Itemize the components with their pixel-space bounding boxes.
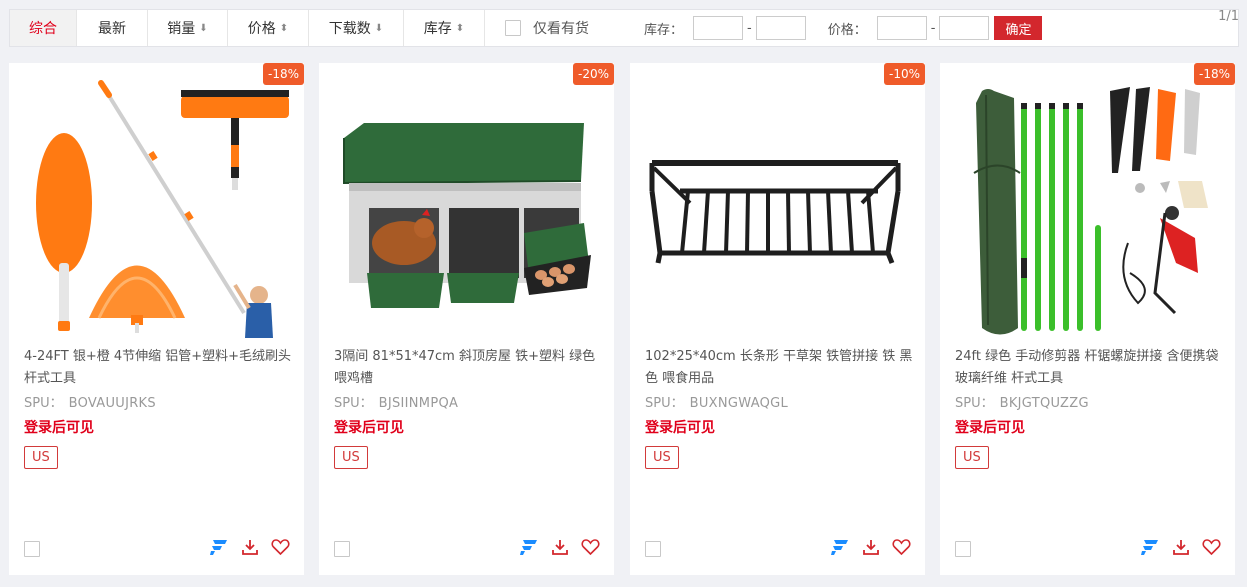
discount-badge: -18% [1193,63,1235,85]
chicken-nesting-box-image [343,123,591,308]
login-to-view-price[interactable]: 登录后可见 [24,417,94,437]
confirm-button[interactable]: 确定 [994,16,1043,40]
login-to-view-price[interactable]: 登录后可见 [645,417,715,437]
stock-only-label: 仅看有货 [533,21,589,37]
download-icon[interactable] [862,538,880,556]
hay-rack-image [649,160,901,264]
sort-tab-downloads[interactable]: 下载数 ⬇ [309,10,404,46]
login-to-view-price[interactable]: 登录后可见 [955,417,1025,437]
product-card[interactable]: -10% 102*25*40cm 长条形 干草架 铁管拼接 铁 黑色 喂食用品 … [630,63,925,575]
favorite-heart-icon[interactable] [271,538,290,556]
spu-label: SPU： [645,396,684,411]
stock-min-input[interactable] [693,16,744,40]
stock-max-input[interactable] [755,16,806,40]
spu-code: BKJGTQUZZG [999,396,1089,411]
spu-label: SPU： [334,396,373,411]
product-title[interactable]: 102*25*40cm 长条形 干草架 铁管拼接 铁 黑色 喂食用品 [645,346,917,390]
product-image[interactable]: -10% [630,63,925,343]
brand-logo-icon[interactable] [209,538,229,556]
range-dash: - [747,20,752,36]
spu-label: SPU： [24,396,63,411]
product-spu: SPU： BUXNGWAQGL [645,392,788,411]
sort-tab-label: 综合 [29,21,57,37]
download-icon[interactable] [551,538,569,556]
brand-logo-icon[interactable] [830,538,850,556]
sort-tab-stock[interactable]: 库存 ⬍ [404,10,485,46]
sort-tab-label: 下载数 [328,21,371,37]
sort-tab-label: 价格 [247,21,276,37]
stock-range: 库存： - [644,16,806,40]
product-image[interactable]: -20% [319,63,614,343]
card-actions [830,538,911,556]
sort-updown-icon: ⬍ [279,22,289,34]
filter-bar: 综合 最新 销量 ⬇ 价格 ⬍ 下载数 ⬇ 库存 ⬍ 仅看有货 库存： - 价格… [9,9,1239,47]
product-spu: SPU： BKJGTQUZZG [955,392,1089,411]
pagination-indicator: 1/1 [1218,9,1239,24]
sort-tab-label: 库存 [423,21,452,37]
region-tag: US [645,446,679,469]
spu-code: BOVAUUJRKS [68,396,156,411]
stock-range-label: 库存： [644,22,684,38]
sort-down-icon: ⬇ [199,22,208,34]
stock-only-checkbox[interactable] [505,20,521,36]
product-card[interactable]: -20% 3隔间 81*51*47cm 斜顶房屋 铁+塑料 绿色 喂鸡槽 SPU… [319,63,614,575]
download-icon[interactable] [1172,538,1190,556]
product-card[interactable]: -18% 4-24FT 银+橙 4节伸缩 铝管+塑料+毛绒刷头 杆式工具 SPU… [9,63,304,575]
product-select-checkbox[interactable] [334,541,350,557]
product-spu: SPU： BOVAUUJRKS [24,392,156,411]
sort-tab-newest[interactable]: 最新 [77,10,148,46]
brand-logo-icon[interactable] [1140,538,1160,556]
price-max-input[interactable] [939,16,990,40]
card-actions [1140,538,1221,556]
favorite-heart-icon[interactable] [1202,538,1221,556]
telescopic-duster-image [36,80,289,338]
region-tag: US [24,446,58,469]
product-spu: SPU： BJSIINMPQA [334,392,458,411]
favorite-heart-icon[interactable] [581,538,600,556]
pole-saw-kit-image [973,87,1208,335]
card-actions [519,538,600,556]
spu-code: BJSIINMPQA [378,396,459,411]
price-range-label: 价格： [827,22,867,38]
product-select-checkbox[interactable] [955,541,971,557]
price-min-input[interactable] [876,16,927,40]
card-actions [209,538,290,556]
sort-tab-price[interactable]: 价格 ⬍ [228,10,309,46]
product-title[interactable]: 3隔间 81*51*47cm 斜顶房屋 铁+塑料 绿色 喂鸡槽 [334,346,606,390]
product-select-checkbox[interactable] [645,541,661,557]
product-title[interactable]: 4-24FT 银+橙 4节伸缩 铝管+塑料+毛绒刷头 杆式工具 [24,346,296,390]
product-image[interactable]: -18% [9,63,304,343]
discount-badge: -20% [572,63,614,85]
price-range: 价格： - [828,16,990,40]
favorite-heart-icon[interactable] [892,538,911,556]
product-select-checkbox[interactable] [24,541,40,557]
sort-updown-icon: ⬍ [455,22,465,34]
region-tag: US [334,446,368,469]
product-image[interactable]: -18% [940,63,1235,343]
range-dash: - [930,20,936,36]
download-icon[interactable] [241,538,259,556]
spu-label: SPU： [955,396,994,411]
sort-tab-sales[interactable]: 销量 ⬇ [148,10,228,46]
sort-down-icon: ⬇ [374,22,384,34]
region-tag: US [955,446,989,469]
discount-badge: -18% [262,63,304,85]
product-title[interactable]: 24ft 绿色 手动修剪器 杆锯螺旋拼接 含便携袋 玻璃纤维 杆式工具 [955,346,1227,390]
login-to-view-price[interactable]: 登录后可见 [334,417,404,437]
product-card[interactable]: -18% 24ft 绿色 手动修剪器 杆锯螺旋拼接 含便携袋 玻璃纤维 杆式工具… [940,63,1235,575]
sort-tab-label: 销量 [167,21,196,37]
discount-badge: -10% [883,63,925,85]
sort-tab-comprehensive[interactable]: 综合 [10,10,77,46]
spu-code: BUXNGWAQGL [689,396,789,411]
stock-only-filter[interactable]: 仅看有货 [505,18,589,38]
brand-logo-icon[interactable] [519,538,539,556]
sort-tab-label: 最新 [98,21,126,37]
